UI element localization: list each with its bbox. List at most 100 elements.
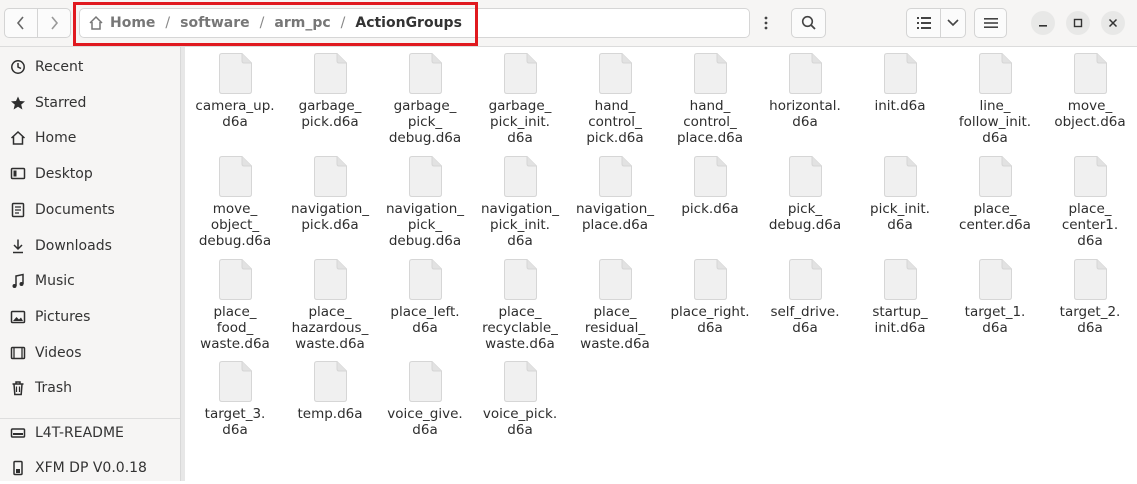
main-menu-button[interactable] (974, 8, 1007, 38)
path-menu-button[interactable] (750, 8, 782, 38)
file-item[interactable]: garbage_ pick_ debug.d6a (377, 47, 473, 146)
file-item[interactable]: hand_ control_ pick.d6a (567, 47, 663, 146)
close-button[interactable] (1101, 11, 1125, 35)
file-icon (1073, 259, 1107, 300)
file-item[interactable]: hand_ control_ place.d6a (662, 47, 758, 146)
file-name: pick_ debug.d6a (768, 201, 842, 233)
star-icon (9, 94, 27, 112)
sidebar-device-0[interactable]: L4T-README (0, 417, 180, 449)
file-item[interactable]: garbage_ pick_init. d6a (472, 47, 568, 146)
sidebar-item-label: Desktop (35, 166, 93, 182)
search-button[interactable] (791, 8, 826, 38)
file-item[interactable]: init.d6a (852, 47, 948, 114)
file-icon (1073, 53, 1107, 94)
file-item[interactable]: line_ follow_init. d6a (947, 47, 1043, 146)
sidebar-item-music[interactable]: Music (0, 265, 180, 297)
path-bar: Home / software / arm_pc / ActionGroups (79, 8, 750, 38)
view-options-button[interactable] (940, 8, 966, 38)
file-name: navigation_ pick_ debug.d6a (385, 201, 465, 249)
file-name: pick_init. d6a (870, 201, 930, 233)
file-name: horizontal. d6a (769, 98, 841, 130)
file-name: garbage_ pick.d6a (298, 98, 362, 130)
file-item[interactable]: place_ food_ waste.d6a (187, 253, 283, 352)
file-item[interactable]: place_ recyclable_ waste.d6a (472, 253, 568, 352)
file-name: place_ recyclable_ waste.d6a (482, 304, 558, 352)
file-icon (598, 156, 632, 197)
maximize-icon (1073, 18, 1083, 28)
file-item[interactable]: navigation_ pick_ debug.d6a (377, 150, 473, 249)
file-item[interactable]: voice_give. d6a (377, 355, 473, 438)
file-item[interactable]: pick_ debug.d6a (757, 150, 853, 233)
sidebar-item-recent[interactable]: Recent (0, 51, 180, 83)
file-name: place_ hazardous_ waste.d6a (291, 304, 369, 352)
file-item[interactable]: garbage_ pick.d6a (282, 47, 378, 130)
crumb-software[interactable]: software (180, 15, 250, 31)
crumb-actiongroups[interactable]: ActionGroups (355, 15, 462, 31)
file-icon (693, 156, 727, 197)
file-name: camera_up. d6a (195, 98, 275, 130)
file-item[interactable]: target_1. d6a (947, 253, 1043, 336)
file-item[interactable]: navigation_ pick.d6a (282, 150, 378, 233)
file-icon (313, 361, 347, 402)
file-name: target_3. d6a (204, 406, 266, 438)
file-item[interactable]: place_ residual_ waste.d6a (567, 253, 663, 352)
desktop-icon (9, 165, 27, 183)
sidebar-item-downloads[interactable]: Downloads (0, 230, 180, 262)
minimize-button[interactable] (1031, 11, 1055, 35)
sidebar-item-label: Recent (35, 59, 84, 75)
sidebar-device-1[interactable]: XFM DP V0.0.18 (0, 452, 180, 484)
file-item[interactable]: voice_pick. d6a (472, 355, 568, 438)
file-item[interactable]: camera_up. d6a (187, 47, 283, 130)
file-item[interactable]: place_ center.d6a (947, 150, 1043, 233)
file-name: startup_ init.d6a (872, 304, 928, 336)
file-item[interactable]: move_ object_ debug.d6a (187, 150, 283, 249)
document-icon (9, 201, 27, 219)
file-name: hand_ control_ pick.d6a (586, 98, 644, 146)
file-icon (218, 361, 252, 402)
back-button[interactable] (4, 8, 38, 38)
forward-button[interactable] (37, 8, 71, 38)
file-item[interactable]: target_3. d6a (187, 355, 283, 438)
file-icon (408, 361, 442, 402)
sidebar-item-pictures[interactable]: Pictures (0, 301, 180, 333)
crumb-arm-pc[interactable]: arm_pc (274, 15, 330, 31)
file-icon (788, 53, 822, 94)
file-item[interactable]: place_right. d6a (662, 253, 758, 336)
file-icon (218, 259, 252, 300)
file-item[interactable]: pick_init. d6a (852, 150, 948, 233)
file-name: target_2. d6a (1059, 304, 1121, 336)
sidebar-item-label: Downloads (35, 238, 112, 254)
sidebar-item-label: Starred (35, 95, 87, 111)
file-item[interactable]: place_ hazardous_ waste.d6a (282, 253, 378, 352)
file-icon (883, 53, 917, 94)
sidebar-item-trash[interactable]: Trash (0, 372, 180, 404)
file-grid: camera_up. d6a garbage_ pick.d6a garbage_ … (185, 47, 1137, 481)
sidebar-item-desktop[interactable]: Desktop (0, 158, 180, 190)
file-item[interactable]: place_left. d6a (377, 253, 473, 336)
file-item[interactable]: move_ object.d6a (1042, 47, 1137, 130)
home-crumb[interactable]: Home (88, 15, 155, 31)
file-name: place_ center1. d6a (1061, 201, 1119, 249)
sidebar-item-videos[interactable]: Videos (0, 337, 180, 369)
file-item[interactable]: temp.d6a (282, 355, 378, 422)
file-name: temp.d6a (297, 406, 363, 422)
sidebar-item-documents[interactable]: Documents (0, 194, 180, 226)
maximize-button[interactable] (1066, 11, 1090, 35)
file-item[interactable]: pick.d6a (662, 150, 758, 217)
file-item[interactable]: self_drive. d6a (757, 253, 853, 336)
home-crumb-label: Home (110, 15, 156, 31)
sidebar-item-starred[interactable]: Starred (0, 87, 180, 119)
file-item[interactable]: place_ center1. d6a (1042, 150, 1137, 249)
view-list-button[interactable] (906, 8, 941, 38)
file-item[interactable]: startup_ init.d6a (852, 253, 948, 336)
sidebar-device-label: XFM DP V0.0.18 (35, 460, 147, 476)
file-item[interactable]: horizontal. d6a (757, 47, 853, 130)
sidebar-device-label: L4T-README (35, 425, 124, 441)
file-item[interactable]: target_2. d6a (1042, 253, 1137, 336)
file-icon (978, 156, 1012, 197)
file-name: place_right. d6a (670, 304, 750, 336)
file-icon (313, 259, 347, 300)
sidebar-item-home[interactable]: Home (0, 122, 180, 154)
file-item[interactable]: navigation_ pick_init. d6a (472, 150, 568, 249)
file-item[interactable]: navigation_ place.d6a (567, 150, 663, 233)
